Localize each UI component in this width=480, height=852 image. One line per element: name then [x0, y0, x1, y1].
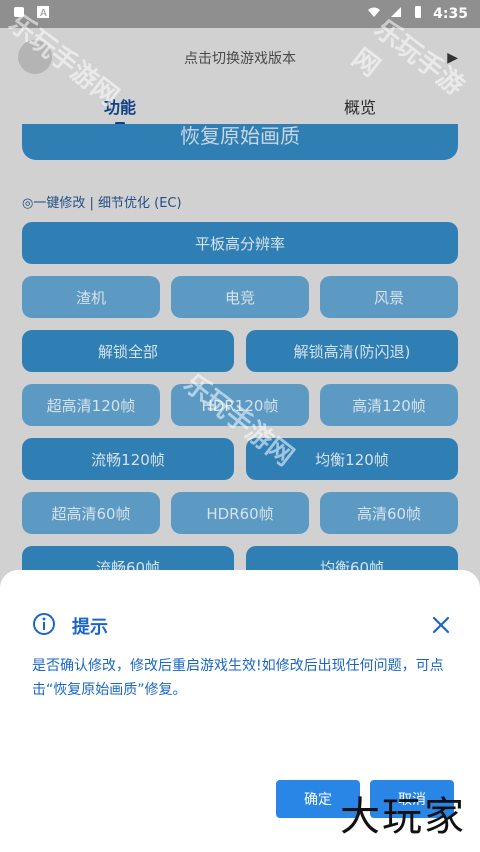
potato-mode-button[interactable]: 渣机 [22, 276, 160, 318]
notification-app-icon [12, 5, 26, 23]
ultra-hd-120-button[interactable]: 超高清120帧 [22, 384, 160, 426]
hd-120-button[interactable]: 高清120帧 [320, 384, 458, 426]
notification-a-icon: A [36, 5, 50, 23]
hd-60-button[interactable]: 高清60帧 [320, 492, 458, 534]
tab-bar: 功能 概览 [0, 88, 480, 128]
esports-mode-button[interactable]: 电竞 [171, 276, 309, 318]
clock: 4:35 [433, 6, 468, 22]
tablet-hd-button[interactable]: 平板高分辨率 [22, 222, 458, 264]
unlock-all-button[interactable]: 解锁全部 [22, 330, 234, 372]
svg-text:A: A [40, 8, 47, 19]
signal-icon [389, 5, 403, 23]
balanced-120-button[interactable]: 均衡120帧 [246, 438, 458, 480]
app-header: 点击切换游戏版本 ▶ [0, 28, 480, 88]
battery-icon [411, 5, 425, 23]
dialog-message: 是否确认修改，修改后重启游戏生效!如修改后出现任何问题，可点击“恢复原始画质”修… [32, 658, 444, 698]
ultra-hd-60-button[interactable]: 超高清60帧 [22, 492, 160, 534]
arrow-right-icon[interactable]: ▶ [447, 50, 458, 66]
close-icon[interactable] [430, 614, 452, 636]
dialog-header: 提示 [32, 612, 108, 640]
hdr-60-button[interactable]: HDR60帧 [171, 492, 309, 534]
smooth-120-button[interactable]: 流畅120帧 [22, 438, 234, 480]
wifi-icon [367, 5, 381, 23]
brand-watermark: 大玩家 [340, 794, 466, 840]
restore-original-quality-button[interactable]: 恢复原始画质 [22, 124, 458, 160]
version-switch-hint[interactable]: 点击切换游戏版本 [0, 48, 480, 68]
scenery-mode-button[interactable]: 风景 [320, 276, 458, 318]
avatar[interactable] [18, 40, 52, 74]
info-icon [32, 612, 56, 640]
status-bar: A 4:35 [0, 0, 480, 28]
tab-overview[interactable]: 概览 [240, 88, 480, 128]
dialog-title: 提示 [72, 617, 108, 638]
unlock-hd-button[interactable]: 解锁高清(防闪退) [246, 330, 458, 372]
hdr-120-button[interactable]: HDR120帧 [171, 384, 309, 426]
section-label: ◎一键修改 | 细节优化 (EC) [22, 196, 182, 211]
